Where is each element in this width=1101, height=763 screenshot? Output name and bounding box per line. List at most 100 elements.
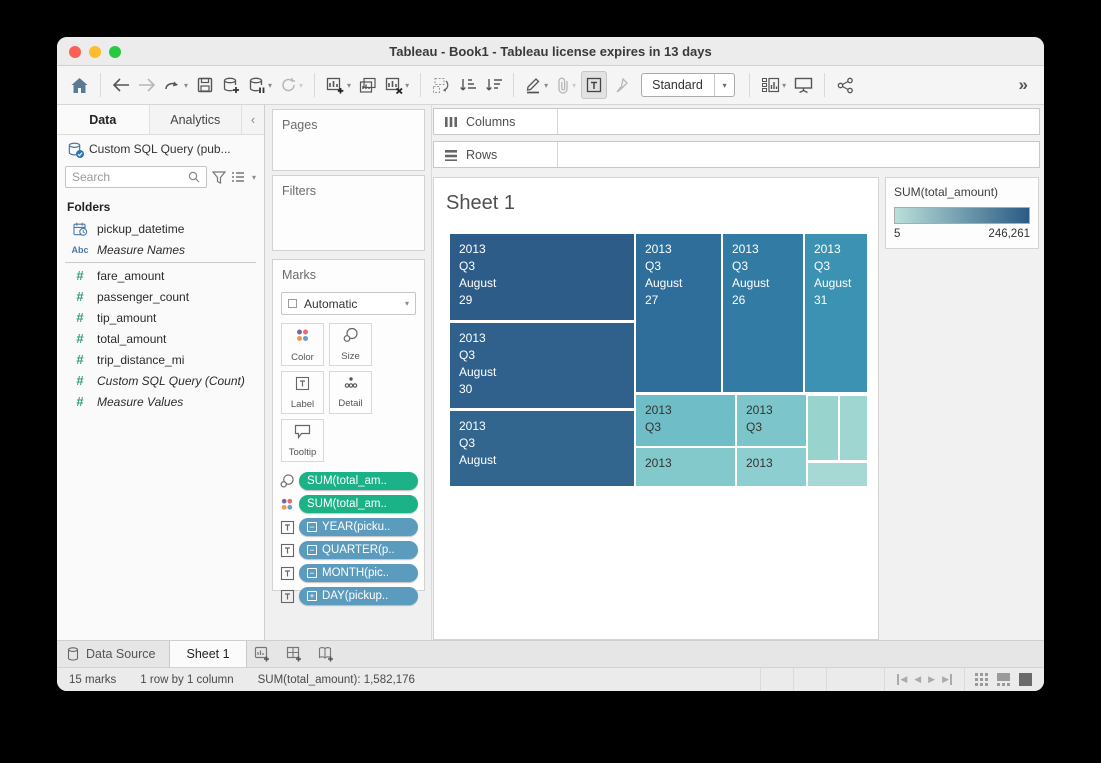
- pause-caret-icon[interactable]: ▾: [268, 81, 272, 90]
- sheet-canvas-title: Sheet 1: [446, 192, 515, 215]
- rows-shelf[interactable]: Rows: [433, 141, 1040, 168]
- mark-buttons: ColorSizeLabelDetailTooltip: [273, 315, 424, 462]
- new-data-source-button[interactable]: [219, 71, 243, 99]
- next-page-icon[interactable]: ▶: [928, 674, 935, 685]
- sort-descending-button[interactable]: [481, 71, 505, 99]
- color-button[interactable]: Color: [281, 323, 324, 366]
- forward-button[interactable]: [135, 71, 159, 99]
- detail-button[interactable]: Detail: [329, 371, 372, 414]
- new-worksheet-tab-button[interactable]: [247, 641, 279, 667]
- fit-selector-caret-icon[interactable]: ▾: [714, 74, 734, 96]
- duplicate-sheet-button[interactable]: [356, 71, 380, 99]
- size-button[interactable]: Size: [329, 323, 372, 366]
- treemap-cell[interactable]: 2013: [636, 448, 735, 486]
- datasource-item[interactable]: Custom SQL Query (pub...: [57, 135, 264, 163]
- treemap-cell[interactable]: 2013 Q3: [737, 395, 806, 446]
- sheet-canvas[interactable]: Sheet 1 2013 Q3 August 292013 Q3 August …: [433, 177, 879, 640]
- attachment-caret-icon[interactable]: ▾: [572, 81, 576, 90]
- view-options-caret-icon[interactable]: ▾: [252, 173, 256, 182]
- search-input[interactable]: [72, 170, 188, 184]
- field-item[interactable]: #passenger_count: [57, 286, 264, 307]
- swap-rows-columns-button[interactable]: [429, 71, 453, 99]
- shelf-pill[interactable]: SUM(total_am..: [299, 495, 418, 513]
- clear-sheet-button[interactable]: ▾: [382, 71, 412, 99]
- home-button[interactable]: [67, 71, 92, 99]
- sort-ascending-button[interactable]: [455, 71, 479, 99]
- highlight-button[interactable]: ▾: [522, 71, 551, 99]
- filter-icon[interactable]: [212, 171, 226, 184]
- field-item[interactable]: #tip_amount: [57, 307, 264, 328]
- mark-type-dropdown[interactable]: Automatic ▾: [281, 292, 416, 315]
- treemap-cell[interactable]: [808, 463, 867, 486]
- treemap-cell[interactable]: [808, 396, 838, 460]
- shelf-pill[interactable]: −MONTH(pic..: [299, 564, 418, 582]
- show-mark-labels-button[interactable]: [581, 71, 607, 99]
- presentation-mode-button[interactable]: [791, 71, 816, 99]
- refresh-caret-icon[interactable]: ▾: [299, 81, 303, 90]
- collapse-icon[interactable]: −: [307, 522, 317, 532]
- save-button[interactable]: [193, 71, 217, 99]
- data-source-tab[interactable]: Data Source: [57, 641, 169, 667]
- treemap-cell[interactable]: [840, 396, 867, 460]
- new-story-tab-button[interactable]: [311, 641, 343, 667]
- refresh-button[interactable]: ▾: [277, 71, 306, 99]
- field-item[interactable]: #fare_amount: [57, 265, 264, 286]
- color-legend-card[interactable]: SUM(total_amount) 5 246,261: [885, 177, 1039, 249]
- first-page-icon[interactable]: ◀: [897, 674, 907, 685]
- field-item[interactable]: pickup_datetime: [57, 218, 264, 239]
- field-item[interactable]: AbcMeasure Names: [57, 239, 264, 260]
- show-cards-caret-icon[interactable]: ▾: [782, 81, 786, 90]
- tooltip-button[interactable]: Tooltip: [281, 419, 324, 462]
- previous-page-icon[interactable]: ◀: [914, 674, 921, 685]
- treemap-cell[interactable]: 2013: [737, 448, 806, 486]
- back-button[interactable]: [109, 71, 133, 99]
- view-list-icon[interactable]: [231, 171, 245, 183]
- fit-selector[interactable]: Standard ▾: [641, 73, 735, 97]
- treemap-cell[interactable]: 2013 Q3 August: [450, 411, 634, 486]
- shelf-pill[interactable]: SUM(total_am..: [299, 472, 418, 490]
- field-item[interactable]: #Custom SQL Query (Count): [57, 370, 264, 391]
- treemap-cell[interactable]: 2013 Q3 August 27: [636, 234, 721, 392]
- tab-data[interactable]: Data: [57, 105, 150, 134]
- search-box[interactable]: [65, 166, 207, 188]
- pause-auto-updates-button[interactable]: ▾: [245, 71, 275, 99]
- filters-card[interactable]: Filters: [272, 175, 425, 251]
- sheet-tab-active[interactable]: Sheet 1: [169, 641, 246, 667]
- shelf-pill[interactable]: +DAY(pickup..: [299, 587, 418, 605]
- new-worksheet-button[interactable]: ▾: [323, 71, 354, 99]
- filmstrip-view-icon[interactable]: [997, 673, 1010, 686]
- field-item[interactable]: #trip_distance_mi: [57, 349, 264, 370]
- treemap-cell[interactable]: 2013 Q3 August 31: [805, 234, 867, 392]
- single-view-icon[interactable]: [1019, 673, 1032, 686]
- treemap-cell[interactable]: 2013 Q3 August 26: [723, 234, 803, 392]
- highlight-caret-icon[interactable]: ▾: [544, 81, 548, 90]
- label-button[interactable]: Label: [281, 371, 324, 414]
- toolbar-overflow-button[interactable]: »: [1013, 75, 1034, 95]
- columns-shelf[interactable]: Columns: [433, 108, 1040, 135]
- redo-button[interactable]: ▾: [161, 71, 191, 99]
- collapse-icon[interactable]: −: [307, 545, 317, 555]
- tab-analytics[interactable]: Analytics: [150, 105, 243, 134]
- treemap-cell[interactable]: 2013 Q3: [636, 395, 735, 446]
- field-item[interactable]: #Measure Values: [57, 391, 264, 412]
- show-hide-cards-button[interactable]: ▾: [758, 71, 789, 99]
- clear-sheet-caret-icon[interactable]: ▾: [405, 81, 409, 90]
- collapse-panel-icon[interactable]: ‹: [242, 105, 264, 134]
- shelf-pill[interactable]: −QUARTER(p..: [299, 541, 418, 559]
- grid-view-icon[interactable]: [975, 673, 988, 686]
- treemap-cell[interactable]: 2013 Q3 August 29: [450, 234, 634, 320]
- screen: Tableau - Book1 - Tableau license expire…: [0, 0, 1101, 763]
- expand-icon[interactable]: +: [307, 591, 317, 601]
- last-page-icon[interactable]: ▶: [942, 674, 952, 685]
- share-button[interactable]: [833, 71, 857, 99]
- pages-card[interactable]: Pages: [272, 109, 425, 171]
- collapse-icon[interactable]: −: [307, 568, 317, 578]
- attachment-button[interactable]: ▾: [553, 71, 579, 99]
- shelf-pill[interactable]: −YEAR(picku..: [299, 518, 418, 536]
- treemap-cell[interactable]: 2013 Q3 August 30: [450, 323, 634, 408]
- new-dashboard-tab-button[interactable]: [279, 641, 311, 667]
- field-item[interactable]: #total_amount: [57, 328, 264, 349]
- new-worksheet-caret-icon[interactable]: ▾: [347, 81, 351, 90]
- fix-axes-button[interactable]: [609, 71, 633, 99]
- redo-caret-icon[interactable]: ▾: [184, 81, 188, 90]
